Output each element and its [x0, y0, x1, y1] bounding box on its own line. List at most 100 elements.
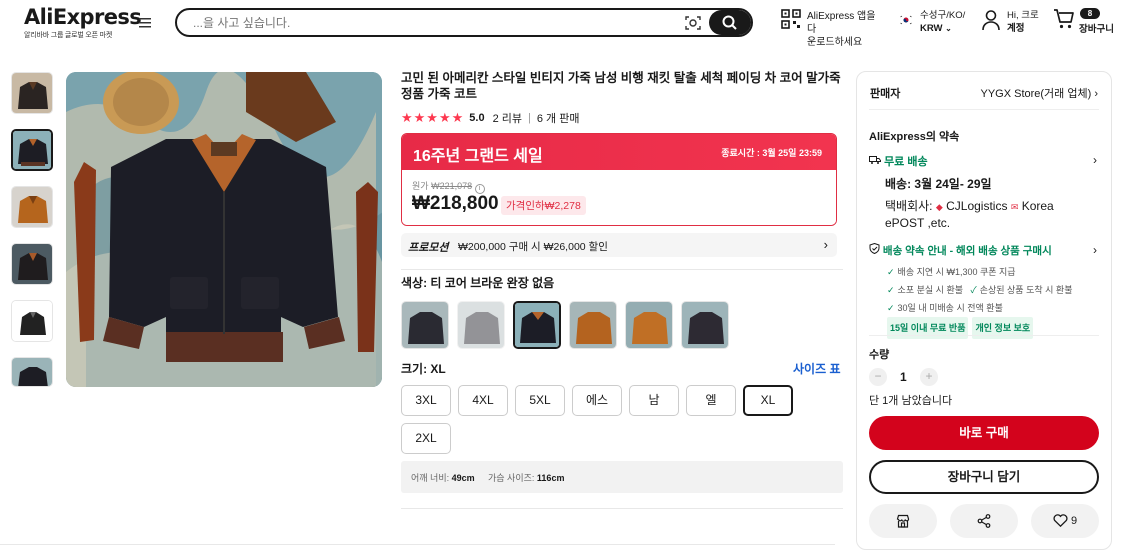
guarantee-item: 배송 지연 시 ₩1,300 쿠폰 지급: [897, 267, 1016, 277]
heart-icon: [1053, 514, 1068, 528]
size-option[interactable]: 3XL: [401, 385, 451, 416]
seller-name-text: YYGX Store(거래 업체): [980, 88, 1092, 100]
guarantee-item: 30일 내 미배송 시 전액 환불: [897, 303, 1003, 313]
shoulder-measure: 어깨 너비: 49cm: [411, 471, 475, 484]
korea-flag-icon: [899, 15, 913, 25]
wishlist-button[interactable]: 9: [1031, 504, 1099, 538]
size-chart-link[interactable]: 사이즈 표: [793, 360, 841, 377]
size-option[interactable]: 2XL: [401, 423, 451, 454]
discount-badge: 가격인하₩2,278: [501, 196, 586, 215]
thumbnail[interactable]: [11, 300, 53, 342]
size-option[interactable]: 에스: [572, 385, 622, 416]
chevron-down-icon: ⌄: [945, 24, 952, 33]
color-swatch-unavailable[interactable]: [457, 301, 505, 349]
divider: [401, 508, 843, 509]
menu-icon[interactable]: [139, 15, 151, 31]
courier-label: 택배회사:: [885, 199, 933, 213]
thumbnail-selected[interactable]: [11, 129, 53, 171]
store-icon: [896, 514, 910, 528]
sale-title: 16주년 그랜드 세일: [413, 148, 543, 165]
size-options: 3XL 4XL 5XL 에스 남 엘 XL 2XL: [401, 385, 843, 461]
check-icon: ✓: [887, 285, 895, 295]
cart-count-badge: 8: [1080, 8, 1100, 19]
color-swatches: [401, 301, 737, 349]
thumbnail[interactable]: [11, 72, 53, 114]
courier-info: 택배회사: ◆ CJLogistics ✉ Korea ePOST ,etc.: [885, 198, 1099, 231]
promotion-text: ₩200,000 구매 시 ₩26,000 할인: [458, 241, 608, 253]
stock-notice: 단 1개 남았습니다: [869, 395, 953, 407]
color-label: 색상: 티 코어 브라운 완장 없음: [401, 276, 555, 290]
check-icon: ✓: [887, 267, 895, 277]
size-option-selected[interactable]: XL: [743, 385, 793, 416]
shipping-info[interactable]: 무료 배송 › 배송: 3월 24일- 29일 택배회사: ◆ CJLogist…: [869, 153, 1099, 231]
chevron-right-icon: ›: [1094, 88, 1098, 100]
qr-code-icon: [781, 9, 801, 29]
korea-post-icon: ✉: [1010, 202, 1019, 212]
original-price: ₩221,078: [431, 181, 473, 191]
color-swatch[interactable]: [401, 301, 449, 349]
promotion-label: 프로모션: [408, 242, 449, 254]
cart-button[interactable]: 8 장바구니: [1053, 8, 1114, 35]
share-icon: [977, 514, 991, 528]
size-option[interactable]: 엘: [686, 385, 736, 416]
thumbnail[interactable]: [11, 357, 53, 387]
product-title: 고민 된 아메리칸 스타일 빈티지 가죽 남성 비행 재킷 탈출 세척 페이딩 …: [401, 71, 841, 101]
star-rating-icon: ★★★★★: [401, 110, 465, 125]
logo-text: AliExpress: [24, 5, 142, 29]
sale-banner: 16주년 그랜드 세일 종료시간 : 3월 25일 23:59: [402, 134, 836, 170]
search-input[interactable]: [193, 14, 673, 31]
separator: |: [528, 112, 531, 124]
wishlist-count: 9: [1070, 515, 1078, 527]
action-buttons: 9: [869, 504, 1099, 538]
chevron-right-icon: ›: [1093, 153, 1097, 167]
logo-subtitle: 알리바바 그룹 글로벌 오픈 마켓: [24, 32, 113, 39]
share-button[interactable]: [950, 504, 1018, 538]
delivery-guarantee[interactable]: 배송 약속 안내 - 해외 배송 상품 구매시 › ✓ 배송 지연 시 ₩1,30…: [869, 242, 1099, 339]
rating-row: ★★★★★ 5.0 2 리뷰 | 6 개 판매: [401, 110, 843, 126]
search-icon: [722, 15, 737, 30]
size-option[interactable]: 5XL: [515, 385, 565, 416]
thumbnail[interactable]: [11, 243, 53, 285]
store-button[interactable]: [869, 504, 937, 538]
user-icon: [982, 10, 1000, 31]
product-main-image[interactable]: [66, 72, 382, 387]
free-shipping-label: 무료 배송: [884, 156, 928, 168]
account-menu[interactable]: Hi, 크로 계정: [981, 9, 1039, 36]
image-search-icon[interactable]: [685, 15, 701, 36]
quantity-value[interactable]: 1: [900, 370, 907, 384]
seller-label: 판매자: [870, 88, 901, 100]
review-count[interactable]: 2 리뷰: [493, 110, 522, 126]
account-label: 계정: [1007, 23, 1025, 34]
decrement-button[interactable]: −: [869, 368, 887, 386]
guarantee-item: 소포 분실 시 환불: [897, 285, 964, 295]
search-button[interactable]: [709, 10, 751, 35]
chest-measure: 가슴 사이즈: 116cm: [488, 471, 564, 484]
size-measurements: 어깨 너비: 49cm 가슴 사이즈: 116cm: [401, 461, 843, 493]
chevron-right-icon: ›: [1093, 243, 1097, 257]
color-swatch[interactable]: [569, 301, 617, 349]
rating-score: 5.0: [469, 112, 485, 124]
divider: [869, 335, 1099, 336]
promotion-row[interactable]: 프로모션 ₩200,000 구매 시 ₩26,000 할인 ›: [401, 233, 837, 257]
add-to-cart-button[interactable]: 장바구니 담기: [869, 460, 1099, 494]
sold-count: 6 개 판매: [536, 113, 580, 125]
locale-currency: KRW: [920, 23, 943, 34]
thumbnail[interactable]: [11, 186, 53, 228]
buy-now-button[interactable]: 바로 구매: [869, 416, 1099, 450]
app-download[interactable]: AliExpress 앱을 다 운로드하세요: [781, 9, 875, 48]
size-option[interactable]: 4XL: [458, 385, 508, 416]
logo[interactable]: AliExpress 알리바바 그룹 글로벌 오픈 마켓: [24, 5, 142, 40]
color-swatch[interactable]: [681, 301, 729, 349]
purchase-panel: 판매자 YYGX Store(거래 업체) › AliExpress의 약속 무…: [856, 71, 1112, 550]
sale-end-label: 종료시간 :: [721, 148, 760, 158]
seller-name: YYGX Store(거래 업체) ›: [980, 85, 1098, 101]
search-bar: [175, 8, 753, 37]
color-swatch[interactable]: [625, 301, 673, 349]
size-option[interactable]: 남: [629, 385, 679, 416]
seller-row[interactable]: 판매자 YYGX Store(거래 업체) ›: [869, 72, 1099, 110]
check-icon: ✓: [970, 285, 977, 295]
promise-title: AliExpress의 약속: [869, 131, 960, 143]
color-swatch-selected[interactable]: [513, 301, 561, 349]
header: AliExpress 알리바바 그룹 글로벌 오픈 마켓 AliExpress …: [0, 0, 1125, 48]
increment-button[interactable]: +: [920, 368, 938, 386]
